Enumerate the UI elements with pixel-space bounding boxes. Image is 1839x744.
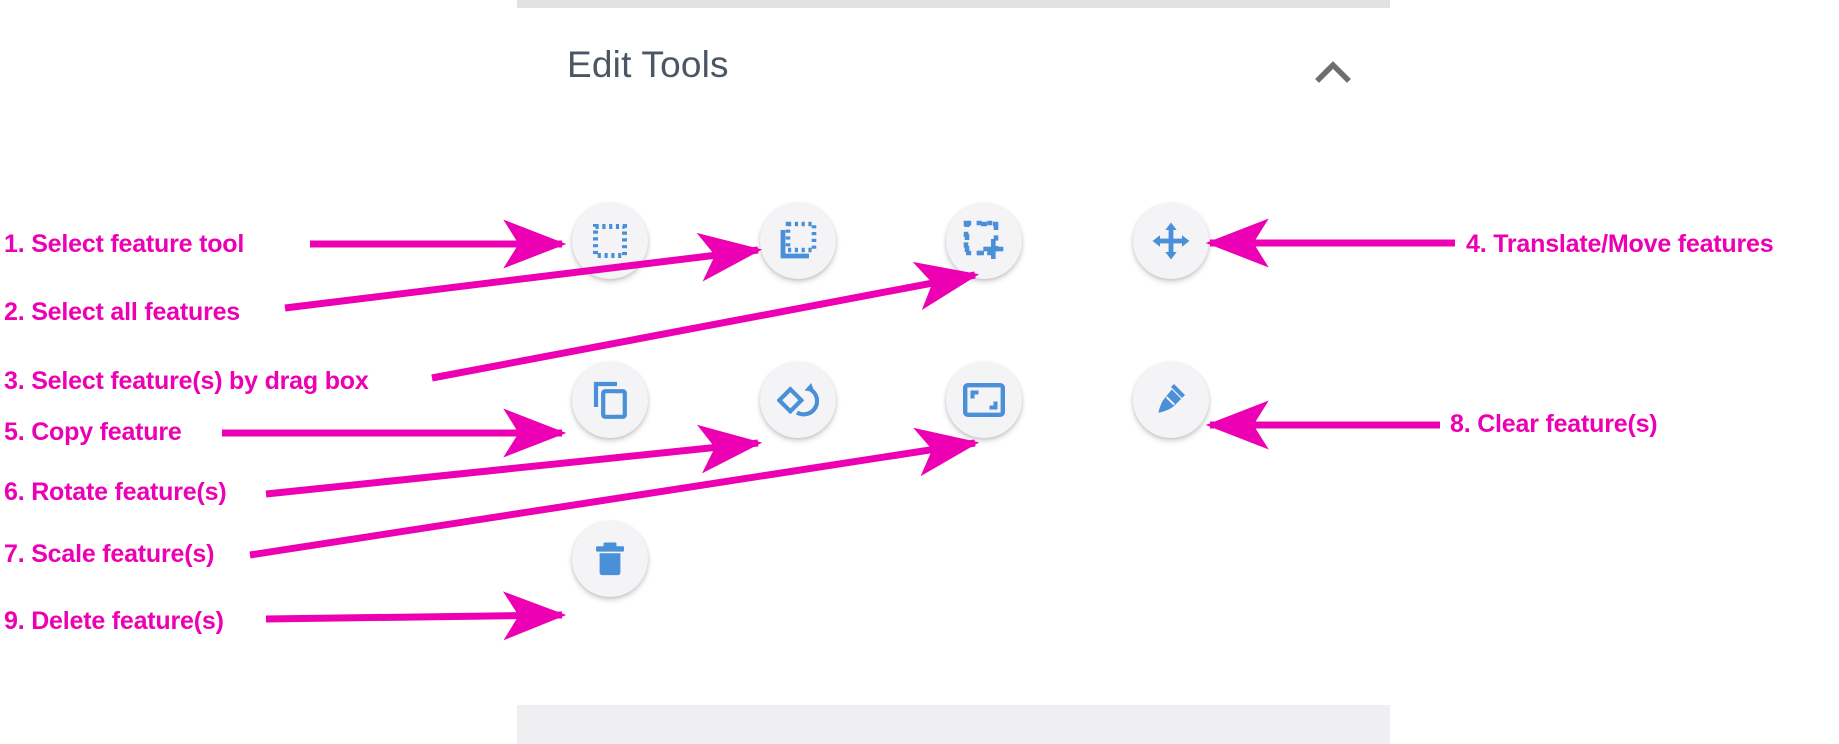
tool-button-scale-feature[interactable] bbox=[946, 362, 1022, 438]
annotation-8-clear-feature: 8. Clear feature(s) bbox=[1450, 410, 1658, 438]
trash-icon bbox=[591, 538, 629, 580]
annotation-6-rotate-feature: 6. Rotate feature(s) bbox=[4, 478, 227, 506]
tool-button-rotate-feature[interactable] bbox=[760, 362, 836, 438]
annotation-4-translate-move: 4. Translate/Move features bbox=[1466, 230, 1774, 258]
arrow-6 bbox=[265, 424, 763, 498]
tool-button-select-all[interactable] bbox=[760, 203, 836, 279]
panel-bottom-section bbox=[517, 705, 1390, 744]
dashed-square-plus-icon bbox=[962, 219, 1006, 263]
tool-button-select-drag-box[interactable] bbox=[946, 203, 1022, 279]
tool-button-select-feature[interactable] bbox=[572, 203, 648, 279]
tool-button-copy-feature[interactable] bbox=[572, 362, 648, 438]
annotation-7-scale-feature: 7. Scale feature(s) bbox=[4, 540, 215, 568]
rotate-diamond-icon bbox=[777, 379, 819, 421]
dashed-square-icon bbox=[590, 221, 630, 261]
annotation-1-select-feature-tool: 1. Select feature tool bbox=[4, 230, 245, 258]
chevron-up-icon[interactable] bbox=[1305, 48, 1361, 96]
arrow-3 bbox=[431, 261, 980, 382]
arrow-2 bbox=[284, 232, 763, 312]
arrow-9 bbox=[265, 591, 567, 641]
annotation-9-delete-feature: 9. Delete feature(s) bbox=[4, 607, 224, 635]
move-arrows-icon bbox=[1150, 220, 1192, 262]
scale-corners-icon bbox=[962, 380, 1006, 420]
edit-tools-header: Edit Tools bbox=[517, 30, 1390, 110]
panel-top-divider bbox=[517, 0, 1390, 8]
dashed-square-corner-icon bbox=[776, 219, 820, 263]
broom-icon bbox=[1150, 379, 1192, 421]
copy-icon bbox=[590, 380, 630, 420]
annotation-3-select-by-drag-box: 3. Select feature(s) by drag box bbox=[4, 367, 369, 395]
page-title: Edit Tools bbox=[567, 44, 729, 85]
tool-button-clear-feature[interactable] bbox=[1133, 362, 1209, 438]
annotation-2-select-all-features: 2. Select all features bbox=[4, 298, 241, 326]
annotation-5-copy-feature: 5. Copy feature bbox=[4, 418, 182, 446]
tool-button-delete-feature[interactable] bbox=[572, 521, 648, 597]
tool-button-translate-move[interactable] bbox=[1133, 203, 1209, 279]
